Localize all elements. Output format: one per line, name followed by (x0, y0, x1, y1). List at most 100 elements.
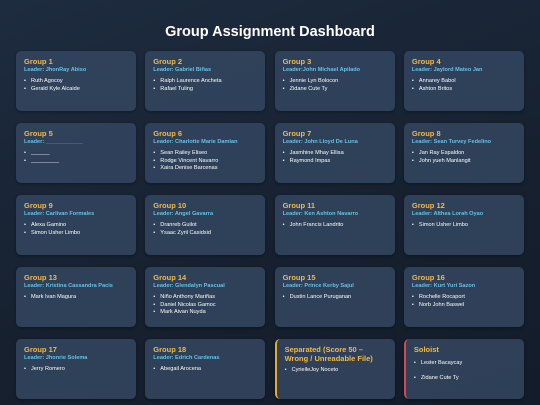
member-list: • Dustin Lance Puruganan (283, 294, 387, 302)
group-leader: Leader: Jhonrie Solema (24, 355, 88, 361)
group-card: Group 10 Leader: Angel Gavarra • Dranreb … (145, 195, 266, 255)
member-item: • Mark Aivan Nuyda (153, 309, 257, 317)
member-item: • CyrielleJoy Noceto (285, 367, 387, 375)
bullet-icon: • (411, 157, 414, 164)
group-title: Group 2 (153, 57, 183, 66)
group-title: Group 11 (282, 201, 316, 210)
group-title: Group 17 (24, 345, 57, 354)
bullet-icon: • (413, 374, 416, 381)
group-title: Group 6 (153, 129, 183, 138)
member-item: • Dustin Lance Puruganan (283, 294, 387, 302)
member-name: Lester Bacaycay (420, 360, 463, 366)
group-leader: Leader: Jaylord Mateo Jan (411, 67, 483, 73)
group-title: Group 13 (24, 273, 57, 282)
groups-grid: Group 1 Leader: JhonRay Abiso • Ruth Agoc… (16, 51, 524, 401)
member-item: • Rochelle Rocaport (412, 294, 516, 302)
member-item: • Jerry Romero (24, 366, 128, 374)
group-leader: Leader: ____________ (24, 139, 84, 145)
member-name: Dustin Lance Puruganan (289, 294, 352, 300)
member-name: Simon Usher Limbo (418, 222, 469, 228)
bullet-icon: • (411, 294, 414, 300)
group-title: Group 3 (282, 57, 312, 66)
group-leader: Leader: JhonRay Abiso (24, 67, 87, 73)
member-name: Abegail Arocena (160, 366, 202, 372)
bullet-icon: • (153, 294, 156, 300)
group-leader: Leader: Kristina Cassandra Pacis (24, 283, 113, 289)
member-item: • Daniel Nicolas Gamoc (153, 302, 257, 310)
member-list: • Jan Ray Espaldon • John yueh Manlangit (412, 150, 516, 165)
member-list: • Sean Railey Eliseo • Rodge Vincent Navar… (153, 150, 257, 173)
bullet-icon: • (24, 366, 26, 372)
member-name: Norb John Baswel (418, 301, 465, 308)
member-item: • Lester Bacaycay (414, 360, 516, 368)
group-card: Group 13 Leader: Kristina Cassandra Paci… (16, 267, 136, 327)
separated-title: Separated (Score 50 – Wrong / Unreadable… (284, 345, 373, 363)
member-list: • Annarey Babol • Ashton Britos (412, 78, 516, 93)
member-name: Dranreb Guilot (160, 222, 197, 228)
member-name: Daniel Nicolas Gamoc (160, 301, 216, 308)
bullet-icon: • (153, 165, 156, 172)
group-leader: Leader: Charlotte Marie Damian (153, 139, 238, 145)
member-list: • Jennie Lyn Bolocon • Zidane Cute Ty (283, 78, 387, 93)
group-card: Group 12 Leader: Althea Lorah Oyao • Simo… (403, 195, 524, 255)
bullet-icon: • (153, 157, 156, 164)
member-name: Jerry Romero (31, 366, 65, 372)
group-leader: Leader: Carlivan Formales (24, 211, 95, 217)
member-name: Mark Aivan Nuyda (160, 309, 206, 316)
member-item: • Zidane Cute Ty (283, 86, 387, 94)
member-list: • Niño Anthony Mariñas • Daniel Nicolas Ga… (153, 294, 257, 317)
member-name: Ashton Britos (418, 85, 453, 92)
member-item: • Xaira Denise Barcenas (153, 165, 257, 173)
member-item: • ______ (24, 150, 128, 158)
member-list: • Jerry Romero (24, 366, 128, 374)
page-title: Group Assignment Dashboard (165, 24, 375, 40)
member-name: Jennie Lyn Bolocon (289, 78, 339, 84)
member-item: • Zidane Cute Ty (414, 375, 516, 383)
bullet-icon: • (282, 150, 285, 156)
member-item: • Mark Ivan Magura (24, 294, 128, 302)
group-card: Group 7 Leader: John Lloyd De Luna • Jasm… (274, 123, 395, 183)
member-item: • Jasmhine Mhay Ellisa (283, 150, 387, 158)
group-title: Group 9 (24, 201, 53, 210)
member-list: • Simon Usher Limbo (412, 222, 516, 230)
member-list: • Rochelle Rocaport • Norb John Baswel (412, 294, 516, 309)
group-card: Group 6 Leader: Charlotte Marie Damian •… (145, 123, 266, 183)
group-leader: Leader: Kurt Yuri Sazon (411, 283, 476, 289)
member-name: _________ (31, 157, 59, 164)
member-list: • Jasmhine Mhay Ellisa • Raymond Impas (283, 150, 387, 165)
member-name: John Francis Landrito (289, 222, 344, 228)
bullet-icon: • (153, 222, 156, 228)
bullet-icon: • (24, 294, 26, 300)
member-name: Xaira Denise Barcenas (160, 165, 218, 172)
member-name: John yueh Manlangit (418, 157, 471, 164)
member-item: • Raymond Impas (283, 158, 387, 166)
group-card: Group 17 Leader: Jhonrie Solema • Jerry R… (16, 339, 136, 399)
group-leader: Leader: John Lloyd De Luna (282, 139, 358, 145)
group-card: Group 5 Leader: ____________ • ______ • __… (16, 123, 136, 183)
bullet-icon: • (24, 229, 26, 236)
bullet-icon: • (284, 367, 287, 373)
member-name: Niño Anthony Mariñas (160, 294, 216, 300)
group-card: Group 15 Leader: Prince Kerby Sajul • Dus… (274, 267, 395, 327)
bullet-icon: • (153, 229, 156, 236)
member-name: Simon Usher Limbo (31, 229, 81, 236)
member-name: Zidane Cute Ty (289, 85, 328, 92)
group-title: Group 14 (153, 273, 187, 282)
member-list: • Ralph Laurence Ancheta • Rafael Tuling (153, 78, 257, 93)
group-leader: Leader:John Michael Apilado (282, 67, 361, 73)
member-list: • Lester Bacaycay • Zidane Cute Ty (414, 360, 516, 382)
member-name: Ruth Agocoy (31, 78, 63, 84)
bullet-icon: • (282, 222, 285, 228)
member-item: • Gerald Kyle Alcaide (24, 86, 128, 94)
member-item: • Jennie Lyn Bolocon (283, 78, 387, 86)
group-title: Group 10 (153, 201, 187, 210)
member-name: CyrielleJoy Noceto (291, 367, 339, 373)
member-name: Ysaac Zyril Casidsid (160, 229, 211, 236)
member-name: Alexa Gamino (31, 222, 67, 228)
member-list: • CyrielleJoy Noceto (285, 367, 387, 375)
group-card: Group 3 Leader:John Michael Apilado • Jen… (274, 51, 395, 111)
member-name: Raymond Impas (289, 157, 331, 164)
member-item: • Ruth Agocoy (24, 78, 128, 86)
member-name: Zidane Cute Ty (420, 374, 459, 381)
member-item: • Niño Anthony Mariñas (153, 294, 257, 302)
